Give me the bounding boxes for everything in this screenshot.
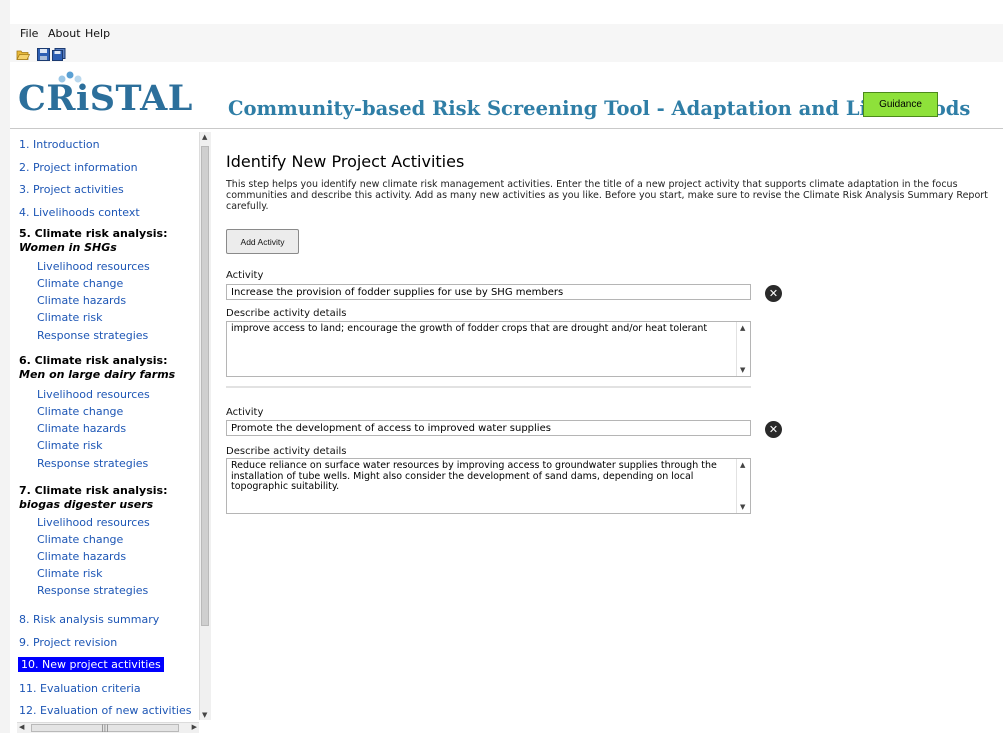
activity-label: Activity: [226, 270, 264, 281]
activity-details-textarea[interactable]: improve access to land; encourage the gr…: [226, 321, 751, 377]
sidebar-sub-livelihood-resources[interactable]: Livelihood resources: [37, 260, 150, 273]
menu-about[interactable]: About: [48, 27, 81, 40]
sidebar-item-project-revision[interactable]: 9. Project revision: [19, 636, 117, 649]
page-description: This step helps you identify new climate…: [226, 179, 988, 212]
group-title: 6. Climate risk analysis:: [19, 354, 168, 367]
activity-separator: [226, 386, 751, 388]
activity-details-textarea[interactable]: Reduce reliance on surface water resourc…: [226, 458, 751, 514]
sidebar-sub-climate-hazards[interactable]: Climate hazards: [37, 422, 126, 435]
app-title: Community-based Risk Screening Tool - Ad…: [228, 97, 971, 120]
app-header: CRiSTAL Community-based Risk Screening T…: [10, 62, 1003, 128]
sidebar-sub-climate-change[interactable]: Climate change: [37, 277, 123, 290]
sidebar-group-6[interactable]: 6. Climate risk analysis: Men on large d…: [19, 354, 175, 382]
sidebar-group-5[interactable]: 5. Climate risk analysis: Women in SHGs: [19, 227, 167, 255]
details-label: Describe activity details: [226, 308, 347, 319]
group-title: 7. Climate risk analysis:: [19, 484, 168, 497]
guidance-button[interactable]: Guidance: [863, 92, 938, 117]
sidebar-item-project-information[interactable]: 2. Project information: [19, 161, 138, 174]
scroll-down-icon[interactable]: ▼: [202, 711, 207, 719]
page-title: Identify New Project Activities: [226, 152, 465, 171]
activity-details-text: Reduce reliance on surface water resourc…: [231, 460, 717, 492]
remove-activity-icon[interactable]: ✕: [765, 421, 782, 438]
header-divider: [10, 128, 1003, 129]
scroll-left-icon[interactable]: ◀: [19, 723, 24, 731]
sidebar-horizontal-scrollbar[interactable]: ◀ ||| ▶: [17, 722, 199, 733]
group-subtitle: biogas digester users: [19, 498, 154, 511]
activity-label: Activity: [226, 407, 264, 418]
cristal-logo: CRiSTAL: [18, 78, 193, 119]
sidebar-item-evaluation-of-new-activities[interactable]: 12. Evaluation of new activities: [19, 704, 191, 717]
sidebar-item-livelihoods-context[interactable]: 4. Livelihoods context: [19, 206, 140, 219]
scroll-down-icon[interactable]: ▼: [740, 503, 745, 511]
toolbar: [10, 44, 1003, 62]
sidebar-sub-response-strategies[interactable]: Response strategies: [37, 584, 148, 597]
scroll-up-icon[interactable]: ▲: [740, 324, 745, 332]
group-subtitle: Men on large dairy farms: [19, 368, 176, 381]
menu-file[interactable]: File: [20, 27, 38, 40]
sidebar-sub-climate-change[interactable]: Climate change: [37, 533, 123, 546]
save-icon[interactable]: [37, 46, 51, 61]
group-subtitle: Women in SHGs: [19, 241, 117, 254]
sidebar-sub-livelihood-resources[interactable]: Livelihood resources: [37, 388, 150, 401]
scroll-down-icon[interactable]: ▼: [740, 366, 745, 374]
activity-title-input[interactable]: [226, 284, 751, 300]
menu-help[interactable]: Help: [85, 27, 110, 40]
sidebar-item-new-project-activities[interactable]: 10. New project activities: [18, 657, 164, 672]
save-all-icon[interactable]: [52, 46, 66, 61]
sidebar-sub-climate-risk[interactable]: Climate risk: [37, 439, 103, 452]
sidebar-item-project-activities[interactable]: 3. Project activities: [19, 183, 124, 196]
sidebar-sub-climate-hazards[interactable]: Climate hazards: [37, 294, 126, 307]
menu-bar: File About Help: [10, 24, 1003, 44]
scroll-thumb[interactable]: [201, 146, 209, 626]
sidebar-sub-climate-hazards[interactable]: Climate hazards: [37, 550, 126, 563]
scroll-up-icon[interactable]: ▲: [740, 461, 745, 469]
scroll-right-icon[interactable]: ▶: [192, 723, 197, 731]
sidebar-sub-livelihood-resources[interactable]: Livelihood resources: [37, 516, 150, 529]
add-activity-button[interactable]: Add Activity: [226, 229, 299, 254]
sidebar-item-risk-analysis-summary[interactable]: 8. Risk analysis summary: [19, 613, 159, 626]
textarea-scrollbar[interactable]: ▲ ▼: [736, 459, 750, 513]
window-edge: [0, 0, 10, 733]
textarea-scrollbar[interactable]: ▲ ▼: [736, 322, 750, 376]
activity-title-input[interactable]: [226, 420, 751, 436]
sidebar-sub-climate-change[interactable]: Climate change: [37, 405, 123, 418]
sidebar-sub-response-strategies[interactable]: Response strategies: [37, 329, 148, 342]
group-title: 5. Climate risk analysis:: [19, 227, 168, 240]
scroll-up-icon[interactable]: ▲: [202, 133, 207, 141]
folder-open-icon[interactable]: [16, 46, 31, 60]
sidebar-sub-response-strategies[interactable]: Response strategies: [37, 457, 148, 470]
sidebar-sub-climate-risk[interactable]: Climate risk: [37, 567, 103, 580]
sidebar-item-evaluation-criteria[interactable]: 11. Evaluation criteria: [19, 682, 141, 695]
sidebar-group-7[interactable]: 7. Climate risk analysis: biogas digeste…: [19, 484, 167, 512]
details-label: Describe activity details: [226, 446, 347, 457]
sidebar-nav: 1. Introduction 2. Project information 3…: [10, 130, 210, 733]
sidebar-vertical-scrollbar[interactable]: ▲ ▼: [199, 132, 211, 720]
activity-details-text: improve access to land; encourage the gr…: [231, 323, 708, 334]
scroll-thumb[interactable]: |||: [31, 724, 179, 732]
sidebar-item-introduction[interactable]: 1. Introduction: [19, 138, 100, 151]
sidebar-sub-climate-risk[interactable]: Climate risk: [37, 311, 103, 324]
remove-activity-icon[interactable]: ✕: [765, 285, 782, 302]
